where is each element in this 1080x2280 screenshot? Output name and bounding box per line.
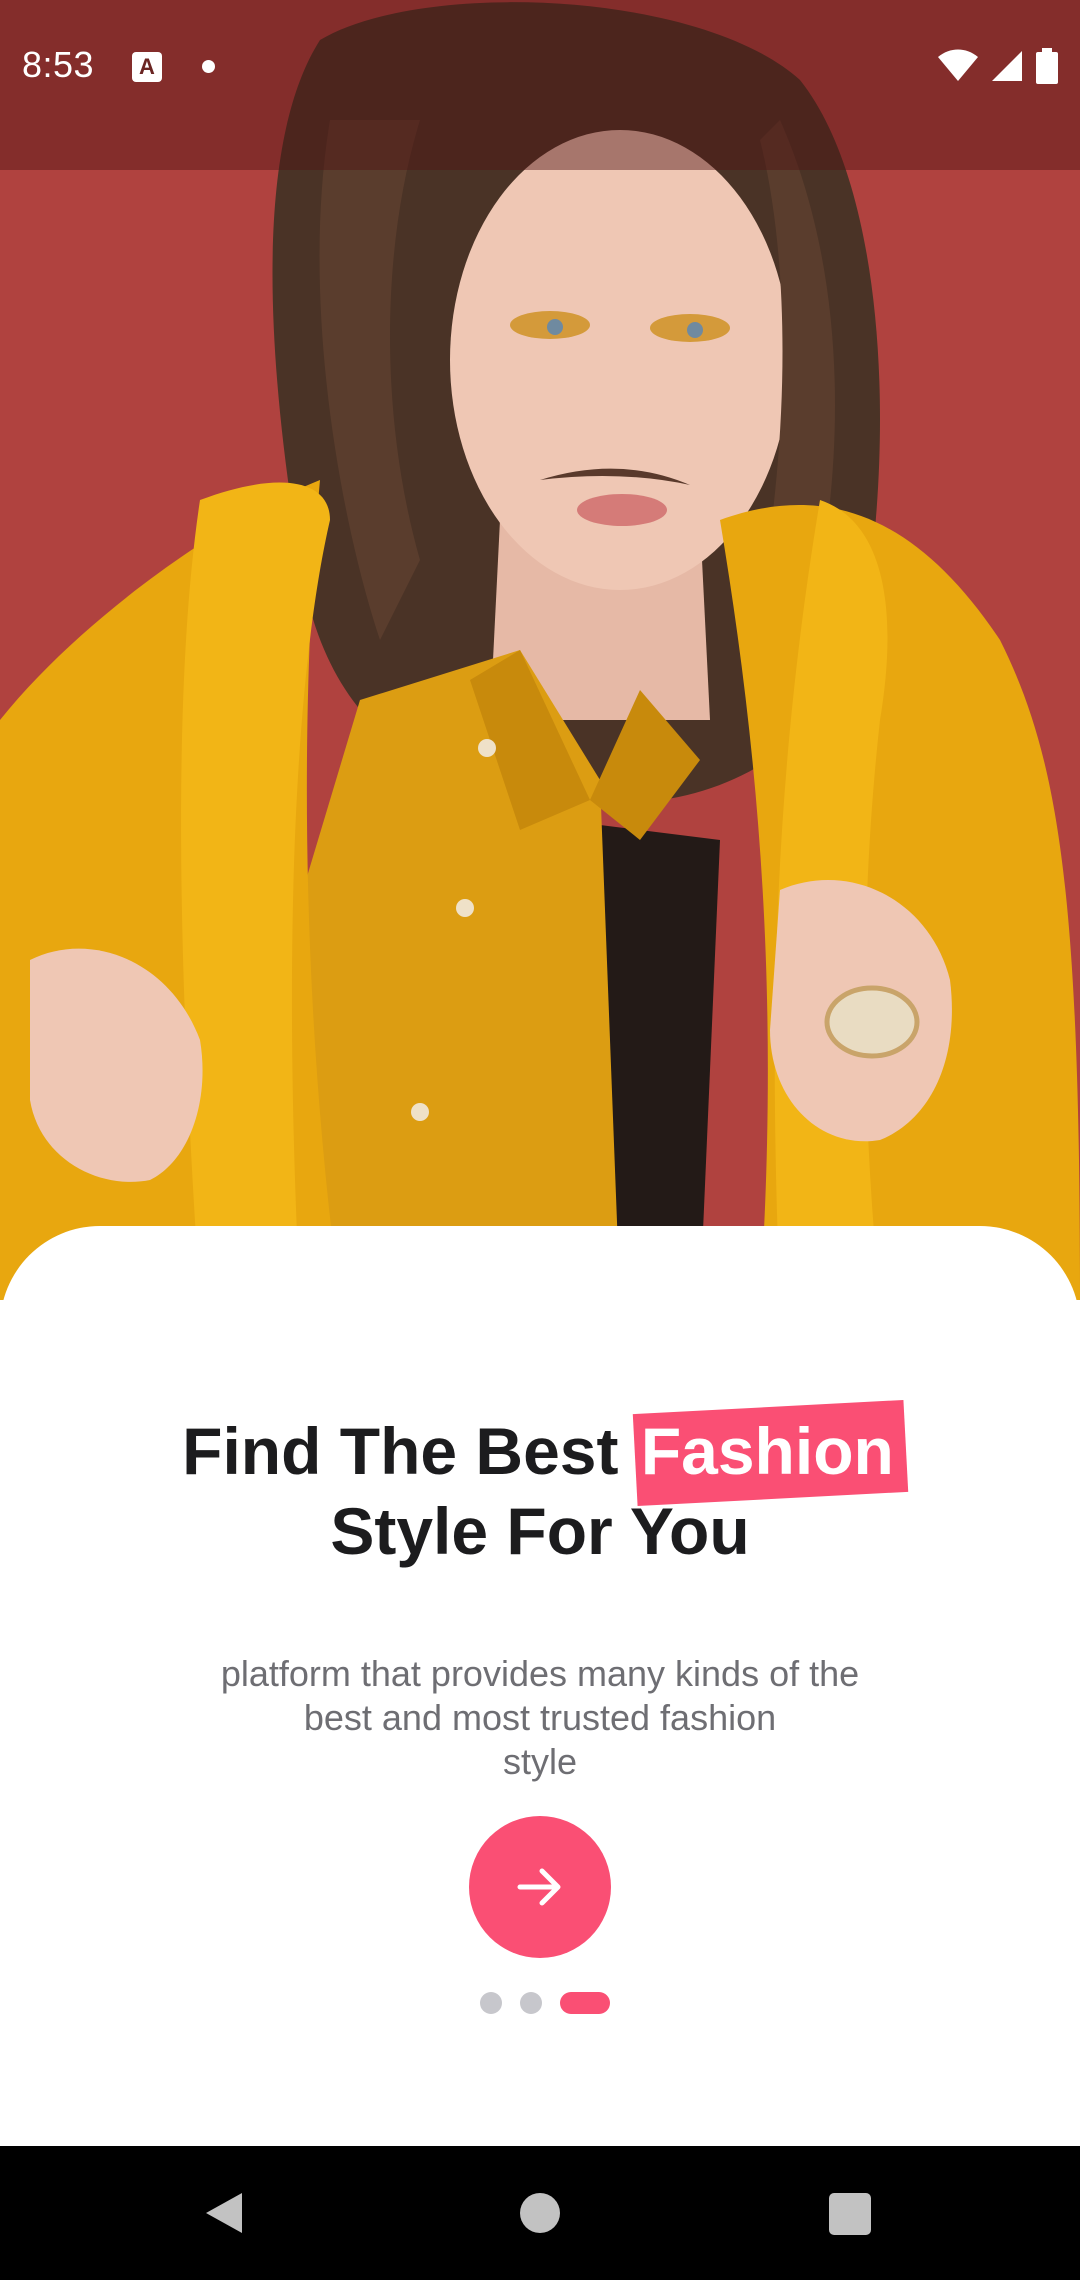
navigation-bar [0,2146,1080,2280]
dot-icon [202,60,215,73]
battery-icon [1036,48,1058,84]
arrow-right-icon [517,1868,561,1906]
subtitle-line1: platform that provides many kinds of the [220,1653,860,1694]
wifi-icon [938,49,978,81]
hero-image [0,0,1080,1300]
title-line1-prefix: Find The Best [182,1414,637,1488]
onboarding-subtitle: platform that provides many kinds of the… [170,1652,910,1784]
status-bar: 8:53 A [0,0,1080,170]
next-button[interactable] [469,1816,611,1958]
back-icon[interactable] [204,2191,244,2235]
onboarding-screen: 8:53 A Find The Best Fashion Style For Y… [0,0,1080,2280]
status-time: 8:53 [22,44,95,85]
status-icons [938,48,1058,84]
recents-icon[interactable] [829,2193,871,2235]
page-indicator [480,1992,610,2014]
title-line2: Style For You [330,1494,750,1568]
page-dot-2[interactable] [520,1992,542,2014]
hero-illustration [0,2,1080,1300]
page-dot-1[interactable] [480,1992,502,2014]
home-icon[interactable] [520,2193,560,2233]
onboarding-sheet: Find The Best Fashion Style For You plat… [0,1226,1080,2146]
onboarding-title: Find The Best Fashion Style For You [0,1411,1080,1571]
subtitle-line2: best and most trusted fashion [303,1697,777,1738]
signal-icon [992,51,1022,81]
page-dot-3-active[interactable] [560,1992,610,2014]
subtitle-line3: style [502,1741,578,1782]
title-highlight: Fashion [637,1411,898,1491]
a-notification-icon: A [132,52,162,82]
